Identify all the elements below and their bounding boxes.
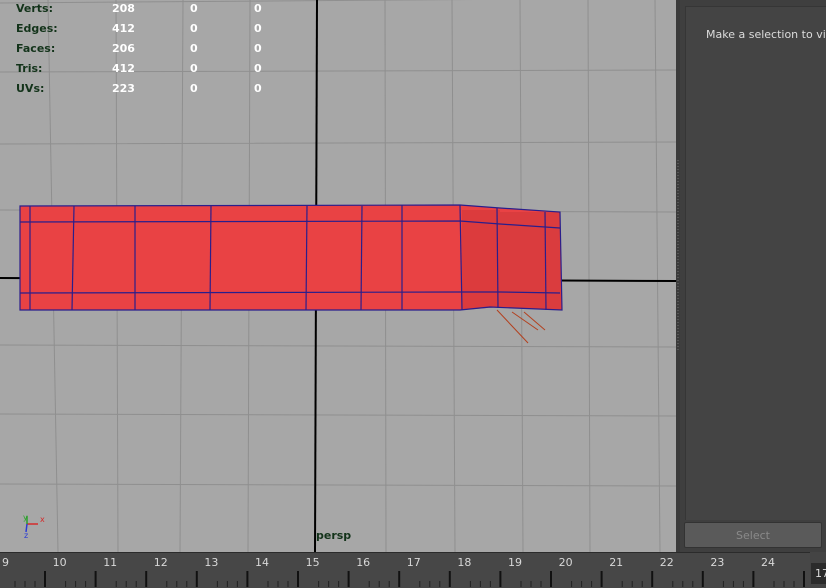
select-button[interactable]: Select [684, 522, 822, 548]
attribute-editor-content: Make a selection to view [685, 6, 826, 520]
perspective-viewport[interactable]: Verts: 208 0 0 Edges: 412 0 0 Faces: 206… [0, 0, 677, 552]
hud-value: 0 [254, 42, 262, 55]
time-slider[interactable]: 9 10 11 12 13 14 15 16 17 18 19 20 21 22 23 24 17 [0, 552, 826, 588]
hud-value: 412 [112, 22, 135, 35]
time-tick-label: 9 [2, 556, 9, 569]
time-tick-label: 17 [407, 556, 421, 569]
gizmo-z-label: z [24, 531, 28, 540]
hud-value: 0 [190, 62, 198, 75]
current-frame-field[interactable]: 17 [811, 563, 826, 584]
hud-value: 0 [190, 2, 198, 15]
time-tick-label: 10 [53, 556, 67, 569]
time-tick-label: 22 [660, 556, 674, 569]
time-tick-label: 16 [356, 556, 370, 569]
time-ruler-ticks: 9 10 11 12 13 14 15 16 17 18 19 20 21 22 23 24 [2, 556, 805, 587]
selection-message: Make a selection to view [706, 28, 826, 41]
hud-value: 0 [190, 82, 198, 95]
hud-value: 208 [112, 2, 135, 15]
hud-value: 0 [190, 42, 198, 55]
time-tick-label: 12 [154, 556, 168, 569]
hud-label: Tris: [16, 62, 43, 75]
hud-value: 0 [254, 2, 262, 15]
time-ruler[interactable]: 9 10 11 12 13 14 15 16 17 18 19 20 21 22 23 24 [0, 552, 810, 588]
time-tick-label: 24 [761, 556, 775, 569]
hud-value: 223 [112, 82, 135, 95]
time-tick-label: 11 [103, 556, 117, 569]
time-tick-label: 23 [710, 556, 724, 569]
time-tick-label: 18 [457, 556, 471, 569]
hud-value: 0 [254, 82, 262, 95]
camera-name-label: persp [316, 529, 352, 542]
splitter-grip[interactable] [677, 160, 679, 350]
gizmo-y-label: y [23, 513, 28, 522]
hud-value: 0 [190, 22, 198, 35]
time-tick-label: 14 [255, 556, 269, 569]
hud-value: 0 [254, 22, 262, 35]
gizmo-x-label: x [40, 515, 45, 524]
time-tick-label: 21 [609, 556, 623, 569]
hud-value: 412 [112, 62, 135, 75]
viewport-scene[interactable] [0, 0, 676, 552]
hud-label: UVs: [16, 82, 45, 95]
hud-value: 206 [112, 42, 135, 55]
mesh-object[interactable] [19, 204, 563, 344]
hud-label: Faces: [16, 42, 56, 55]
hud-value: 0 [254, 62, 262, 75]
attribute-editor-panel: Make a selection to view Select [680, 0, 826, 552]
time-tick-label: 13 [204, 556, 218, 569]
hud-label: Edges: [16, 22, 58, 35]
time-tick-label: 19 [508, 556, 522, 569]
time-tick-label: 20 [559, 556, 573, 569]
axis-gizmo-icon: y x z [23, 513, 45, 540]
time-tick-label: 15 [306, 556, 320, 569]
hud-label: Verts: [16, 2, 54, 15]
